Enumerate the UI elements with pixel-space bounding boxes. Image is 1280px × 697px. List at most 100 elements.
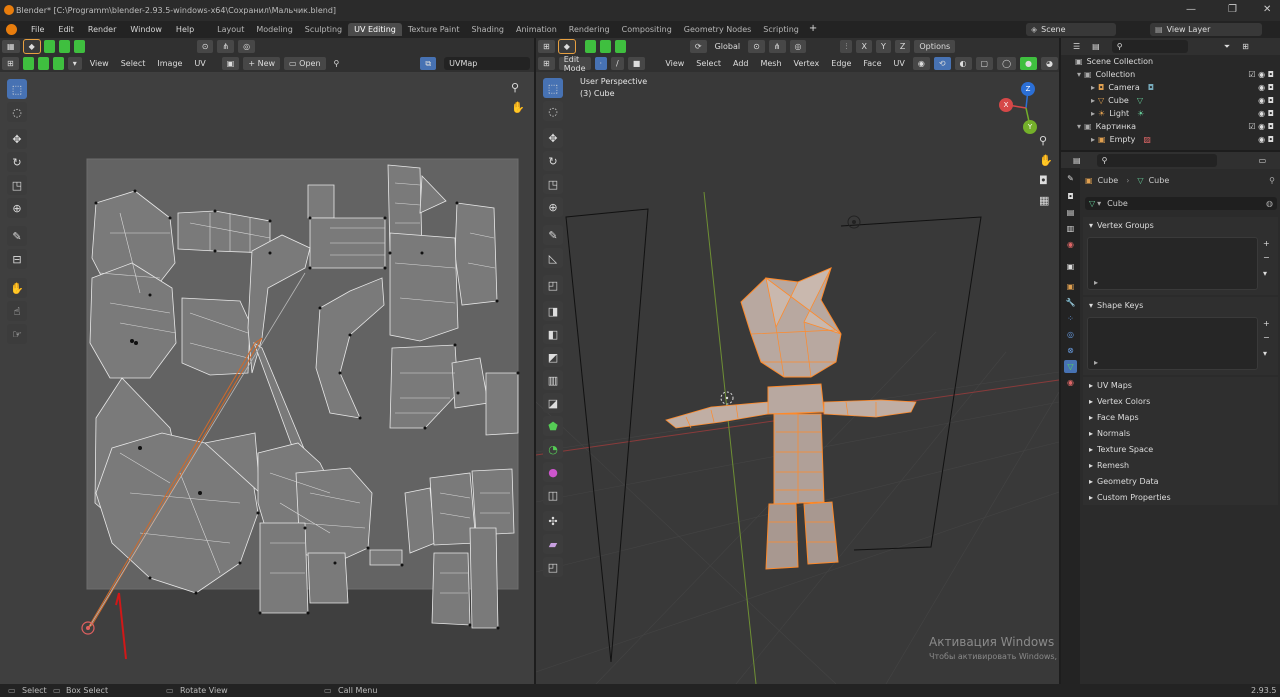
expand-icon[interactable]: ▸ [1091,135,1095,144]
viewport-menu-view[interactable]: View [659,59,690,68]
uv-menu-uv[interactable]: UV [188,59,211,68]
modifier-tab-icon[interactable]: 🔧 [1064,296,1077,309]
gizmo-y-axis[interactable]: Y [1023,120,1037,134]
vp-tool-edge-slide[interactable]: ◫ [543,485,563,505]
menu-window[interactable]: Window [123,25,169,34]
world-tab-icon[interactable]: ▣ [1064,260,1077,273]
outliner-scene-collection[interactable]: ▣ Scene Collection [1061,55,1280,68]
outliner-item-collection[interactable]: ▾ ▣ Collection ☑ ◉ ◘ [1061,68,1280,81]
panel-uv-maps[interactable]: ▸ UV Maps [1083,377,1278,393]
face-select-icon[interactable] [73,40,85,53]
fake-user-icon[interactable]: ◍ [1266,199,1273,208]
panel-custom-properties[interactable]: ▸ Custom Properties [1083,489,1278,505]
physics-tab-icon[interactable]: ◎ [1064,328,1077,341]
uvmap-icon[interactable]: ⧉ [420,57,437,70]
pan-hand-icon[interactable]: ✋ [511,101,525,114]
transform-orientation-dropdown[interactable]: Global [709,42,747,51]
mirror-y-toggle[interactable]: Y [875,40,891,53]
navigation-gizmo[interactable]: Z X Y [996,80,1056,140]
snap-icon[interactable]: ⋔ [217,40,235,53]
vp-tool-inset[interactable]: ◧ [543,324,563,344]
tool-transform[interactable]: ⊕ [7,198,27,218]
shape-key-specials-button[interactable]: ▾ [1263,349,1267,358]
tool-move[interactable]: ✥ [7,129,27,149]
tab-texture-paint[interactable]: Texture Paint [402,23,466,36]
minimize-icon[interactable]: — [1186,4,1196,15]
vp-tool-scale[interactable]: ◳ [543,174,563,194]
vp-tool-transform[interactable]: ⊕ [543,197,563,217]
menu-edit[interactable]: Edit [51,25,81,34]
add-workspace-button[interactable]: + [805,23,821,36]
proportional-icon[interactable]: ◎ [238,40,256,53]
vp-tool-shear[interactable]: ▰ [543,534,563,554]
gizmo-toggle-icon[interactable]: ⟲ [933,57,951,70]
outliner-item-cube[interactable]: ▸ ▽ Cube ▽ ◉ ◘ [1061,94,1280,107]
viewport-snap-icon[interactable]: ⋔ [768,40,786,53]
visibility-icon[interactable]: ◉ [912,57,930,70]
panel-geometry-data[interactable]: ▸ Geometry Data [1083,473,1278,489]
particles-tab-icon[interactable]: ⁘ [1064,312,1077,325]
vertex-groups-header[interactable]: ▾ Vertex Groups [1083,217,1278,233]
viewport-menu-face[interactable]: Face [857,59,887,68]
constraints-tab-icon[interactable]: ⊗ [1064,344,1077,357]
tab-compositing[interactable]: Compositing [616,23,678,36]
tool-grab[interactable]: ✋ [7,278,27,298]
properties-options-icon[interactable]: ▭ [1253,156,1273,165]
tool-rotate[interactable]: ↻ [7,152,27,172]
viewport-menu-vertex[interactable]: Vertex [788,59,826,68]
tab-uv-editing[interactable]: UV Editing [348,23,402,36]
tab-geometry-nodes[interactable]: Geometry Nodes [678,23,757,36]
material-tab-icon[interactable]: ◉ [1064,376,1077,389]
zoom-icon[interactable]: ⚲ [511,81,519,94]
tab-rendering[interactable]: Rendering [563,23,616,36]
uv-canvas[interactable]: ⬚ ◌ ✥ ↻ ◳ ⊕ ✎ ⊟ ✋ ☝ ☞ ⚲ ✋ [0,73,534,684]
viewport-editor-type-icon[interactable]: ⊞ [538,40,555,53]
scene-tab-icon[interactable]: ◉ [1064,238,1077,251]
panel-face-maps[interactable]: ▸ Face Maps [1083,409,1278,425]
output-tab-icon[interactable]: ▤ [1064,206,1077,219]
mesh-name-field[interactable]: ▽ ▾ Cube ◍ [1085,197,1277,210]
mesh-edge-mode-icon[interactable] [599,40,611,53]
viewport-menu-edge[interactable]: Edge [825,59,857,68]
tab-sculpting[interactable]: Sculpting [299,23,348,36]
list-resize-icon[interactable]: ▸ [1094,358,1098,367]
mirror-icon[interactable]: ⫶ [840,40,853,53]
filter-icon[interactable]: ⏷ [1218,42,1236,52]
vp-tool-knife[interactable]: ◪ [543,393,563,413]
editor-type-icon[interactable]: ▦ [2,40,20,53]
sticky-select-icon[interactable]: ◆ [22,39,41,54]
viewport-scene-svg[interactable] [536,72,1059,684]
menu-file[interactable]: File [24,25,51,34]
overlay-icon[interactable]: ◐ [954,57,972,70]
vertex-group-specials-button[interactable]: ▾ [1263,269,1267,278]
shading-wire-icon[interactable]: ◯ [997,57,1017,70]
tab-layout[interactable]: Layout [211,23,250,36]
panel-remesh[interactable]: ▸ Remesh [1083,457,1278,473]
vp-tool-loop-cut[interactable]: ▥ [543,370,563,390]
new-image-button[interactable]: + New [243,57,281,70]
new-collection-icon[interactable]: ⊞ [1236,42,1255,51]
uvmap-selector[interactable]: UVMap [444,57,531,70]
mesh-browse-dropdown[interactable]: ▾ [1097,199,1101,208]
menu-help[interactable]: Help [169,25,201,34]
tool-rip[interactable]: ⊟ [7,249,27,269]
uv-menu-select[interactable]: Select [115,59,152,68]
display-mode-icon[interactable]: ▤ [1086,42,1106,51]
gizmo-x-axis[interactable]: X [999,98,1013,112]
properties-type-icon[interactable]: ▤ [1067,156,1087,165]
properties-search[interactable]: ⚲ [1096,154,1217,167]
remove-vertex-group-button[interactable]: − [1263,253,1270,262]
kartinka-visibility-icons[interactable]: ☑ ◉ ◘ [1248,122,1274,131]
light-visibility-icons[interactable]: ◉ ◘ [1258,109,1274,118]
vp-tool-add-cube[interactable]: ◰ [543,275,563,295]
scene-selector[interactable]: ◈ Scene [1026,23,1116,36]
vp-tool-annotate[interactable]: ✎ [543,225,563,245]
cube-visibility-icons[interactable]: ◉ ◘ [1258,96,1274,105]
edge-mode-toggle[interactable]: / [611,57,624,70]
outliner-item-camera[interactable]: ▸ ◘ Camera ◘ ◉ ◘ [1061,81,1280,94]
tab-scripting[interactable]: Scripting [757,23,805,36]
face-mode-toggle[interactable]: ■ [627,57,646,70]
viewport-proportional-icon[interactable]: ◎ [789,40,807,53]
open-image-button[interactable]: ▭ Open [284,57,326,70]
empty-visibility-icons[interactable]: ◉ ◘ [1258,135,1274,144]
